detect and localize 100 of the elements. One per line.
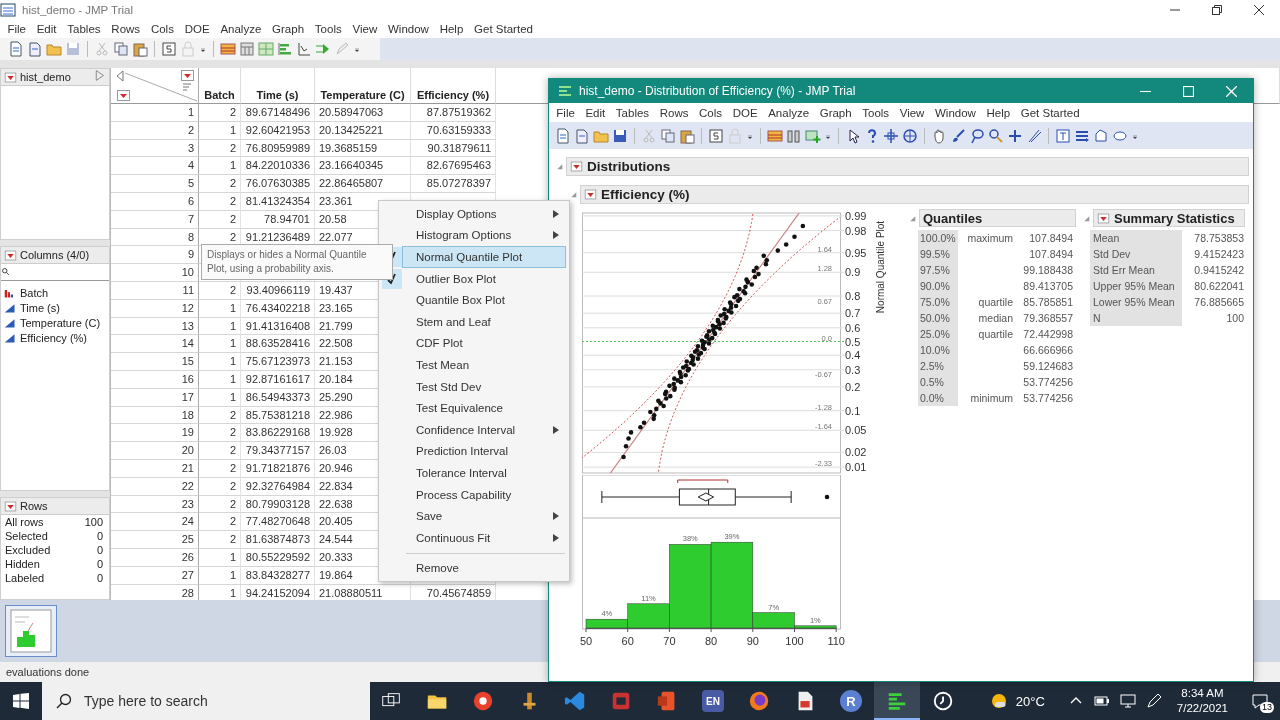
column-header[interactable]: Batch [199,68,241,104]
column-header[interactable]: Temperature (C) [315,68,411,104]
table-cell: 83.84328277 [241,566,315,585]
script-icon[interactable] [708,127,724,144]
close-icon[interactable] [1254,5,1264,15]
table-cell-text: quartile [977,295,1013,310]
menu-item[interactable]: Edit [31,23,62,35]
report-thumbnail[interactable] [5,605,57,657]
menu-item[interactable]: Tables [610,106,655,119]
copy-icon[interactable] [113,41,129,57]
column-item[interactable]: Efficiency (%) [20,331,88,344]
pen-icon[interactable] [1144,692,1163,710]
restore-icon[interactable] [1212,5,1222,15]
menu-item[interactable]: Graph [266,23,310,35]
paste-icon[interactable] [132,41,148,57]
table-cell: 10.0% [918,342,958,358]
polygon-icon[interactable] [1093,127,1109,144]
menu-item[interactable]: DOE [727,106,763,119]
menu-item[interactable]: Cols [145,23,180,35]
lasso-icon[interactable] [969,127,985,144]
keyboard-badge[interactable]: EN [702,690,724,712]
copy-icon[interactable] [660,127,676,144]
menu-item[interactable]: Rows [105,23,146,35]
menu-item[interactable]: View [894,106,930,119]
outline-header[interactable]: Summary Statistics [1093,209,1245,227]
plus-icon[interactable] [1007,127,1023,144]
clock-date[interactable]: 7/22/2021 [1176,701,1228,716]
menu-item[interactable]: Tools [309,23,348,35]
menu-item[interactable]: Window [929,106,982,119]
menu-item[interactable]: Help [434,23,469,35]
menu-item[interactable]: Analyze [762,106,815,119]
table-cell: 2 [199,424,241,443]
app-badge[interactable]: R [840,690,862,712]
table-cell-text: 100 [1225,311,1244,326]
disclosure-icon[interactable] [555,162,564,171]
line-icon[interactable] [1026,127,1042,144]
table-cell: 81.63874873 [241,531,315,549]
menu-item[interactable]: Help [981,106,1016,119]
row-number: 7 [111,210,199,229]
menu-item[interactable]: File [2,23,32,35]
row-state-label: Excluded [5,544,51,556]
network-icon[interactable] [1118,692,1137,710]
menu-item[interactable]: Get Started [468,23,539,35]
disclosure-icon[interactable] [569,190,578,199]
columns-icon[interactable] [786,127,802,144]
grid-icon[interactable] [239,41,255,57]
search-icon[interactable] [988,127,1004,144]
menu-item[interactable]: Rows [654,106,694,119]
triangle-icon[interactable] [93,69,106,82]
table-cell: 1 [199,370,241,389]
target-icon[interactable] [902,127,918,144]
menu-item[interactable]: DOE [179,23,215,35]
arrow-icon[interactable] [315,41,331,57]
column-header[interactable]: Efficiency (%) [411,68,496,104]
tooltip: Displays or hides a Normal Quantile Plot, using a probability axis. [201,244,393,280]
menu-item[interactable]: Graph [814,106,857,119]
maximize-icon[interactable] [1183,85,1194,97]
continuous-icon [4,316,16,329]
column-header[interactable]: Time (s) [241,68,315,104]
menu-item[interactable]: Cols [693,106,728,119]
column-item[interactable]: Temperature (C) [20,316,101,329]
axis-label: 80 [704,635,718,647]
menu-item[interactable]: Analyze [215,23,267,35]
menu-item[interactable]: View [347,23,383,35]
temperature-text[interactable]: 20°C [1015,693,1045,709]
table-cell: 2 [199,281,241,300]
menu-item[interactable]: Window [382,23,435,35]
menu-item[interactable]: Tools [856,106,895,119]
bar-chart-icon[interactable] [277,41,293,57]
table-icon[interactable] [220,41,236,57]
column-item[interactable]: Time (s) [20,301,60,314]
menu-item[interactable]: Normal Quantile Plot [402,246,566,268]
row-number: 2 [111,121,199,140]
script-icon[interactable] [161,41,177,57]
menu-item[interactable]: Get Started [1015,106,1085,119]
crosshair-icon[interactable] [883,127,899,144]
paste-icon[interactable] [679,127,695,144]
add-chart-icon[interactable] [805,127,821,144]
column-item[interactable]: Batch [20,286,49,299]
axis-icon[interactable] [296,41,312,57]
outline-header[interactable]: Distributions [566,157,1249,176]
menu-item[interactable]: File [551,106,581,119]
weather-icon[interactable] [989,692,1008,710]
search-field[interactable]: Type here to search [42,682,370,720]
save-icon[interactable] [612,127,628,144]
clock-time[interactable]: 8:34 AM [1181,686,1224,701]
bars-icon[interactable] [874,682,920,720]
hand-icon[interactable] [931,127,947,144]
table-cell: 81.41324354 [241,193,315,211]
search-icon [1,267,11,277]
menu-item[interactable]: Edit [580,106,611,119]
text-box-icon[interactable] [1055,127,1071,144]
brush-icon[interactable] [950,127,966,144]
table-cell: 1 [199,121,241,140]
windows-start-icon[interactable] [13,693,29,709]
outline-header[interactable]: Quantiles [919,209,1076,227]
axis-label: 0.8 [845,290,861,303]
table-icon[interactable] [767,127,783,144]
menu-item[interactable]: Tables [61,23,106,35]
outline-header[interactable]: Efficiency (%) [580,185,1249,204]
